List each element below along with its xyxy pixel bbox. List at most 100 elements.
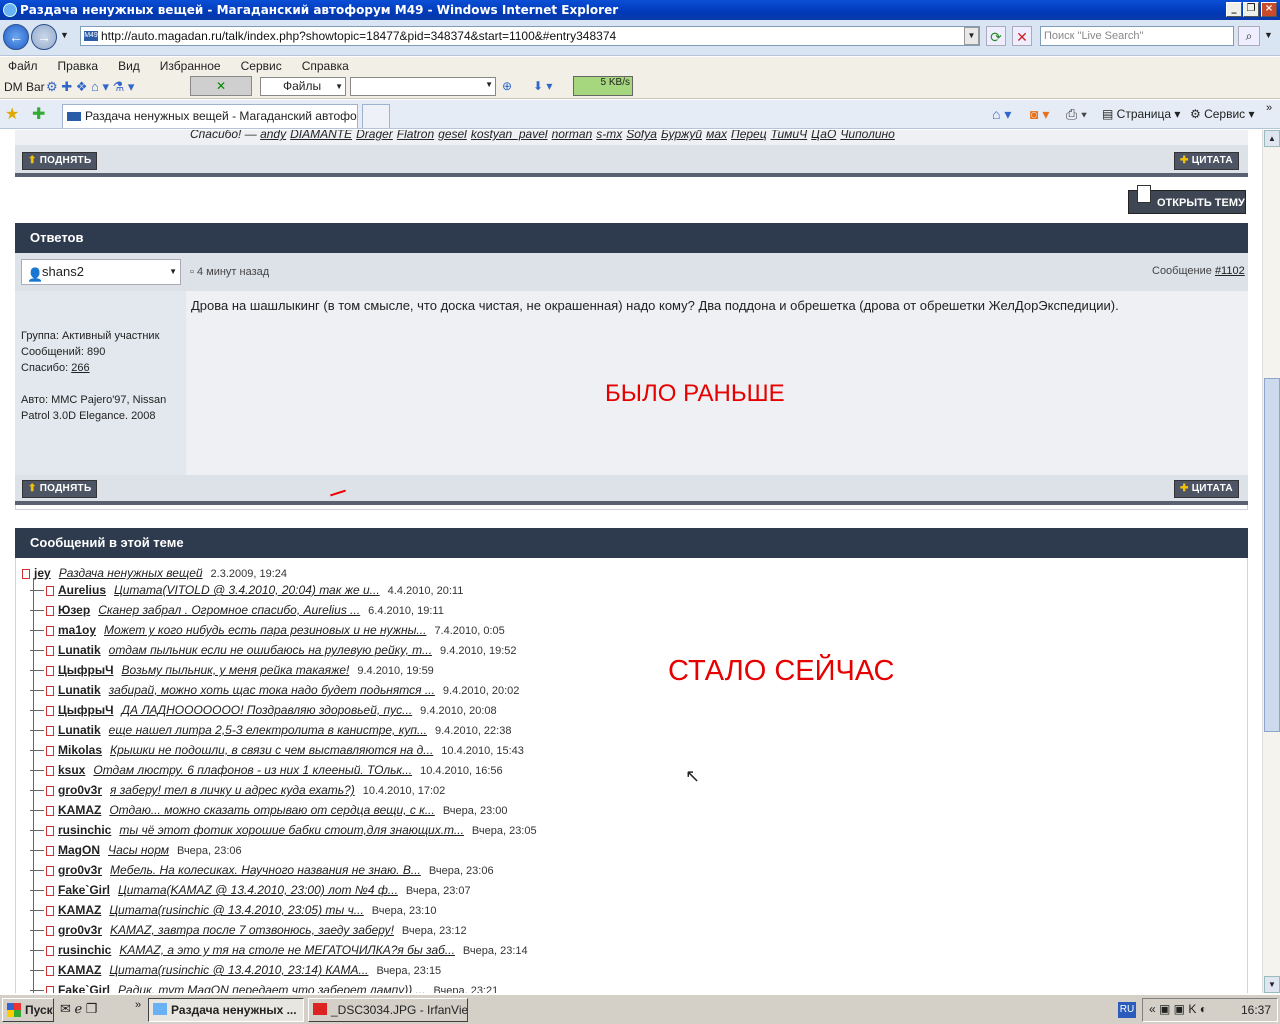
- row-link[interactable]: Сканер забрал . Огромное спасибо, Aureli…: [98, 603, 360, 617]
- page-menu[interactable]: ▤ Страница ▾: [1102, 107, 1180, 121]
- row-link[interactable]: я заберу! тел в личку и адрес куда ехать…: [110, 783, 355, 797]
- files-dropdown[interactable]: Файлы ▼: [260, 77, 346, 96]
- quicklaunch-more-icon[interactable]: »: [135, 999, 141, 1011]
- row-link[interactable]: отдам пыльник если не ошибаюсь на рулеву…: [109, 643, 432, 657]
- thanks-user-link[interactable]: andy: [260, 130, 286, 141]
- thanks-user-link[interactable]: Чиполино: [840, 130, 895, 141]
- row-author[interactable]: Fake`Girl: [58, 883, 110, 897]
- url-dropdown-icon[interactable]: ▼: [964, 27, 979, 45]
- thanks-user-link[interactable]: gesel: [438, 130, 467, 141]
- menu-help[interactable]: Справка: [302, 59, 349, 73]
- search-icon[interactable]: ⌕: [1238, 26, 1260, 46]
- row-link[interactable]: KAMAZ, а это у тя на столе не МЕГАТОЧИЛК…: [119, 943, 455, 957]
- thanks-user-link[interactable]: Flatron: [397, 130, 434, 141]
- new-tab-button[interactable]: [362, 104, 390, 128]
- open-topic-button[interactable]: ОТКРЫТЬ ТЕМУ: [1128, 185, 1246, 214]
- row-link[interactable]: Часы норм: [108, 843, 169, 857]
- row-author[interactable]: gro0v3r: [58, 783, 102, 797]
- dm-stop-button[interactable]: ✕: [190, 76, 252, 96]
- back-button[interactable]: ←: [3, 24, 29, 50]
- dm-go-icon[interactable]: ⊕: [502, 79, 512, 93]
- author-thanks-link[interactable]: 266: [71, 362, 89, 374]
- row-author[interactable]: KAMAZ: [58, 963, 101, 977]
- row-author[interactable]: Lunatik: [58, 683, 101, 697]
- url-field[interactable]: M49 http://auto.magadan.ru/talk/index.ph…: [80, 26, 980, 46]
- row-author[interactable]: Lunatik: [58, 643, 101, 657]
- search-dropdown-icon[interactable]: ▼: [1264, 30, 1273, 40]
- download-icon[interactable]: ⬇ ▾: [533, 79, 552, 93]
- row-author[interactable]: Юзер: [58, 603, 90, 617]
- dm-tool-icons[interactable]: ⚙ ✚ ❖ ⌂ ▾ ⚗ ▾: [46, 79, 134, 95]
- menu-edit[interactable]: Правка: [58, 59, 99, 73]
- quote-button-2[interactable]: ✚ ЦИТАТА: [1174, 480, 1239, 498]
- menu-file[interactable]: Файл: [8, 59, 38, 73]
- thanks-user-link[interactable]: norman: [552, 130, 593, 141]
- vertical-scrollbar[interactable]: ▲ ▼: [1262, 130, 1280, 993]
- root-link[interactable]: Раздача ненужных вещей: [59, 566, 203, 580]
- thanks-user-link[interactable]: ЦаО: [811, 130, 836, 141]
- thanks-user-link[interactable]: мах: [706, 130, 727, 141]
- tray-icons[interactable]: « ▣ ▣ K ◐: [1149, 1002, 1207, 1016]
- row-link[interactable]: ДА ЛАДНООООООО! Поздравляю здоровьей, пу…: [122, 703, 413, 717]
- language-indicator[interactable]: RU: [1118, 1002, 1136, 1018]
- row-link[interactable]: Отдам люстру. 6 плафонов - из них 1 клее…: [93, 763, 412, 777]
- row-link[interactable]: Крышки не подошли, в связи с чем выставл…: [110, 743, 433, 757]
- row-author[interactable]: ma1oy: [58, 623, 96, 637]
- row-link[interactable]: Отдаю... можно сказать отрываю от сердца…: [109, 803, 435, 817]
- row-link[interactable]: еще нашел литра 2,5-3 електролита в кани…: [109, 723, 427, 737]
- start-button[interactable]: Пуск: [2, 998, 54, 1022]
- quicklaunch-icons[interactable]: ✉ ℯ ❐: [60, 1001, 97, 1017]
- row-author[interactable]: ЦыфрыЧ: [58, 663, 114, 677]
- search-input[interactable]: Поиск "Live Search": [1040, 26, 1234, 46]
- row-author[interactable]: ksux: [58, 763, 85, 777]
- chevron-more-icon[interactable]: »: [1266, 102, 1272, 114]
- row-author[interactable]: rusinchic: [58, 943, 111, 957]
- row-link[interactable]: Возьму пыльник, у меня рейка такаяже!: [122, 663, 350, 677]
- refresh-icon[interactable]: ⟳: [986, 26, 1006, 46]
- row-author[interactable]: MagON: [58, 843, 100, 857]
- quote-button[interactable]: ✚ ЦИТАТА: [1174, 152, 1239, 170]
- scroll-thumb[interactable]: [1264, 378, 1280, 732]
- tools-menu[interactable]: ⚙ Сервис ▾: [1190, 107, 1255, 121]
- row-link[interactable]: забирай, можно хоть щас тока надо будет …: [109, 683, 435, 697]
- history-dropdown-icon[interactable]: ▼: [60, 30, 69, 40]
- home-icon[interactable]: ⌂ ▾: [992, 106, 1011, 123]
- row-author[interactable]: KAMAZ: [58, 803, 101, 817]
- row-link[interactable]: Цитата(VITOLD @ 3.4.2010, 20:04) так же …: [114, 583, 380, 597]
- menu-favorites[interactable]: Избранное: [160, 59, 221, 73]
- thanks-user-link[interactable]: DIAMANTE: [290, 130, 352, 141]
- row-author[interactable]: Mikolas: [58, 743, 102, 757]
- row-link[interactable]: ты чё этот фотик хорошие бабки стоит,для…: [119, 823, 464, 837]
- menu-tools[interactable]: Сервис: [241, 59, 282, 73]
- scroll-down-button[interactable]: ▼: [1264, 976, 1280, 993]
- thanks-user-link[interactable]: Перец: [731, 130, 767, 141]
- thanks-user-link[interactable]: kostyan_pavel: [471, 130, 548, 141]
- row-author[interactable]: Aurelius: [58, 583, 106, 597]
- row-author[interactable]: rusinchic: [58, 823, 111, 837]
- tab-active[interactable]: Раздача ненужных вещей - Магаданский авт…: [62, 104, 358, 128]
- close-button[interactable]: ×: [1261, 2, 1277, 17]
- row-link[interactable]: Цитата(rusinchic @ 13.4.2010, 23:05) ты …: [109, 903, 363, 917]
- stop-icon[interactable]: ✕: [1012, 26, 1032, 46]
- thanks-user-link[interactable]: ТимиЧ: [771, 130, 808, 141]
- row-author[interactable]: ЦыфрыЧ: [58, 703, 114, 717]
- add-favorites-icon[interactable]: ✚: [32, 104, 45, 124]
- thanks-user-link[interactable]: Sofya: [626, 130, 657, 141]
- up-button-2[interactable]: ⬆ ПОДНЯТЬ: [22, 480, 98, 498]
- maximize-button[interactable]: ❐: [1243, 2, 1259, 17]
- thanks-user-link[interactable]: Drager: [356, 130, 393, 141]
- thanks-user-link[interactable]: Буржуй: [661, 130, 702, 141]
- row-author[interactable]: KAMAZ: [58, 903, 101, 917]
- row-author[interactable]: gro0v3r: [58, 863, 102, 877]
- taskbar-item-irfanview[interactable]: _DSC3034.JPG - IrfanVie...: [308, 998, 468, 1022]
- row-link[interactable]: Цитата(rusinchic @ 13.4.2010, 23:14) КАМ…: [109, 963, 368, 977]
- author-dropdown[interactable]: 👤 shans2 ▼: [21, 259, 181, 285]
- scroll-up-button[interactable]: ▲: [1264, 130, 1280, 147]
- row-link[interactable]: KAMAZ, завтра после 7 отзвонюсь, заеду з…: [110, 923, 394, 937]
- menu-view[interactable]: Вид: [118, 59, 140, 73]
- post-number-link[interactable]: #1102: [1215, 265, 1245, 277]
- thanks-user-link[interactable]: s-mx: [596, 130, 622, 141]
- forward-button[interactable]: →: [31, 24, 57, 50]
- minimize-button[interactable]: _: [1226, 2, 1242, 17]
- root-author[interactable]: jey: [34, 566, 51, 580]
